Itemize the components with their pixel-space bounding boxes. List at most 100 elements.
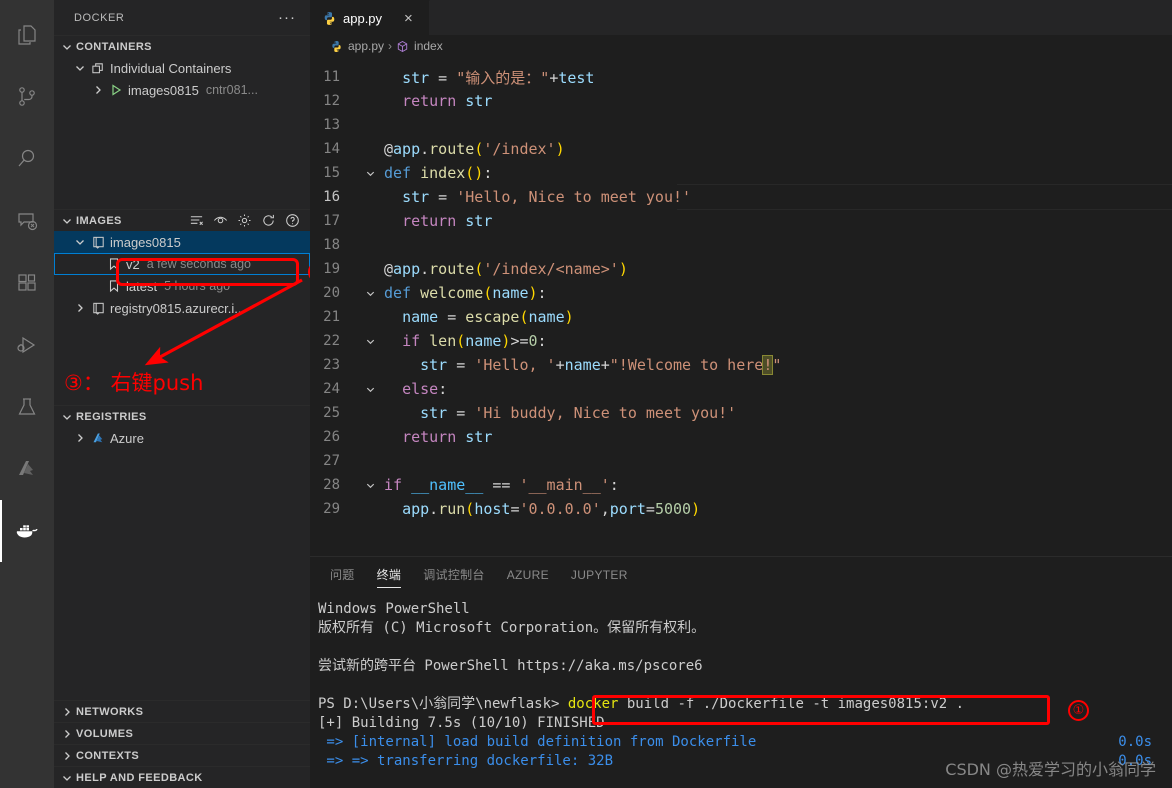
breadcrumb-separator: › [388, 39, 393, 53]
tree-sublabel: a few seconds ago [146, 257, 251, 271]
code-line: 22 if len(name)>=0: [310, 329, 1172, 353]
activity-item-azure[interactable] [0, 438, 54, 500]
remote-explorer-icon [15, 209, 39, 233]
activity-item-testing[interactable] [0, 376, 54, 438]
line-number: 13 [323, 117, 340, 133]
chevron-down-icon [58, 772, 76, 784]
panel-tab-jupyter[interactable]: JUPYTER [571, 557, 628, 592]
activity-item-run-and-debug[interactable] [0, 314, 54, 376]
breadcrumb-symbol-label: index [414, 39, 443, 53]
fold-chevron-icon[interactable] [362, 336, 378, 347]
activity-item-remote-explorer[interactable] [0, 190, 54, 252]
pane-header-label: CONTAINERS [76, 40, 152, 53]
sidebar-more-actions-icon[interactable]: ··· [278, 10, 296, 25]
panel-tab-debug-console[interactable]: 调试控制台 [423, 557, 485, 592]
line-number: 20 [323, 285, 340, 301]
activity-item-docker[interactable] [0, 500, 54, 562]
close-icon[interactable]: × [404, 11, 413, 26]
fold-chevron-icon[interactable] [362, 384, 378, 395]
tree-sublabel: cntr081... [205, 83, 258, 97]
chevron-down-icon [72, 236, 88, 248]
image-icon [88, 301, 108, 316]
pane-header-images[interactable]: IMAGES [54, 209, 310, 231]
chevron-right-icon [72, 432, 88, 444]
annotation-marker-1: ① [1068, 700, 1089, 721]
pane-header-label: REGISTRIES [76, 410, 147, 423]
tree-row-individual-containers[interactable]: Individual Containers [54, 57, 310, 79]
registries-tree: Azure [54, 427, 310, 449]
fold-chevron-icon[interactable] [362, 288, 378, 299]
tree-row-image-tag-latest[interactable]: latest 5 hours ago [54, 275, 310, 297]
code-line: 27 [310, 449, 1172, 473]
bottom-panel: 问题 终端 调试控制台 AZURE JUPYTER Windows PowerS… [310, 556, 1172, 788]
pane-header-label: IMAGES [76, 214, 122, 227]
panel-tab-azure[interactable]: AZURE [507, 557, 549, 592]
editor-tab-app-py[interactable]: app.py × [310, 0, 430, 35]
panel-tab-bar: 问题 终端 调试控制台 AZURE JUPYTER [310, 557, 1172, 592]
code-line: 18 [310, 233, 1172, 257]
activity-item-search[interactable] [0, 128, 54, 190]
extensions-icon [15, 271, 39, 295]
python-icon [322, 11, 337, 26]
code-line: 15 def index(): [310, 161, 1172, 185]
editor-area: app.py × app.py › index 11 str = "输入的是："… [310, 0, 1172, 788]
pane-header-volumes[interactable]: VOLUMES [54, 722, 310, 744]
line-number: 23 [323, 357, 340, 373]
line-number: 26 [323, 429, 340, 445]
sidebar-title-row: DOCKER ··· [54, 0, 310, 35]
line-number: 21 [323, 309, 340, 325]
terminal-command-args: build -f ./Dockerfile -t images0815:v2 . [618, 696, 965, 712]
tree-row-container-images0815[interactable]: images0815 cntr081... [54, 79, 310, 101]
breadcrumb-item-file[interactable]: app.py [330, 39, 384, 53]
line-number: 16 [323, 189, 340, 205]
code-line: 23 str = 'Hello, '+name+"!Welcome to her… [310, 353, 1172, 377]
editor-tab-label: app.py [343, 10, 383, 26]
sidebar-title: DOCKER [74, 11, 125, 24]
terminal-step-time: 0.0s [1118, 734, 1152, 750]
pane-header-registries[interactable]: REGISTRIES [54, 405, 310, 427]
fold-chevron-icon[interactable] [362, 480, 378, 491]
tree-row-image-repo-registry0815[interactable]: registry0815.azurecr.i... [54, 297, 310, 319]
code-line: 14 @app.route('/index') [310, 137, 1172, 161]
tree-row-registry-azure[interactable]: Azure [54, 427, 310, 449]
activity-item-explorer[interactable] [0, 4, 54, 66]
terminal-command-name: docker [567, 696, 619, 712]
pane-header-help-and-feedback[interactable]: HELP AND FEEDBACK [54, 766, 310, 788]
tree-label: images0815 [110, 234, 181, 250]
pane-header-containers[interactable]: CONTAINERS [54, 35, 310, 57]
activity-item-extensions[interactable] [0, 252, 54, 314]
source-control-icon [15, 85, 39, 109]
terminal-line: 尝试新的跨平台 PowerShell https://aka.ms/pscore… [318, 658, 703, 674]
help-icon[interactable] [285, 213, 300, 228]
code-line: 11 str = "输入的是："+test [310, 65, 1172, 89]
line-number: 22 [323, 333, 340, 349]
fold-chevron-icon[interactable] [362, 168, 378, 179]
line-number: 18 [323, 237, 340, 253]
azure-icon [88, 431, 108, 446]
pane-header-contexts[interactable]: CONTEXTS [54, 744, 310, 766]
tree-row-image-tag-v2[interactable]: v2 a few seconds ago [54, 253, 310, 275]
images-pane-actions [189, 213, 310, 228]
line-number: 28 [323, 477, 340, 493]
eye-icon[interactable] [213, 213, 228, 228]
tree-row-image-repo-images0815[interactable]: images0815 [54, 231, 310, 253]
panel-tab-problems[interactable]: 问题 [330, 557, 355, 592]
tree-sublabel: 5 hours ago [164, 279, 231, 293]
line-number: 29 [323, 501, 340, 517]
breadcrumb-item-symbol[interactable]: index [396, 39, 443, 53]
chevron-right-icon [90, 84, 106, 96]
code-line: 17 return str [310, 209, 1172, 233]
prune-images-icon[interactable] [189, 213, 204, 228]
pane-header-label: HELP AND FEEDBACK [76, 771, 203, 784]
code-editor[interactable]: 11 str = "输入的是："+test 12 return str 13 1… [310, 57, 1172, 556]
code-line: 26 return str [310, 425, 1172, 449]
chevron-right-icon [58, 750, 76, 762]
gear-icon[interactable] [237, 213, 252, 228]
activity-item-source-control[interactable] [0, 66, 54, 128]
panel-tab-terminal[interactable]: 终端 [376, 557, 402, 592]
code-line: 29 app.run(host='0.0.0.0',port=5000) [310, 497, 1172, 521]
pane-header-networks[interactable]: NETWORKS [54, 700, 310, 722]
chevron-right-icon [58, 706, 76, 718]
refresh-icon[interactable] [261, 213, 276, 228]
breadcrumb: app.py › index [310, 35, 1172, 57]
